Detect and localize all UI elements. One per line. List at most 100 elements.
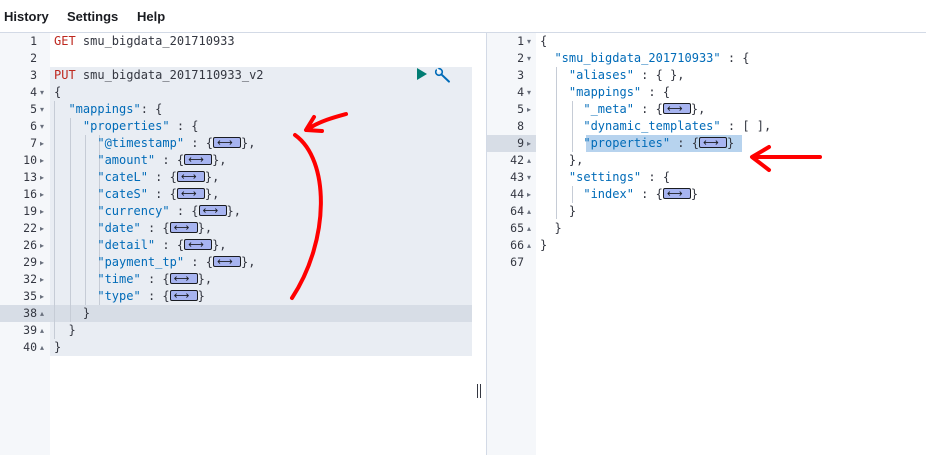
code-line[interactable]: "dynamic_templates" : [ ], bbox=[540, 118, 771, 135]
code-line[interactable]: "amount" : {}, bbox=[54, 151, 227, 169]
collapsed-block-icon[interactable] bbox=[698, 134, 727, 151]
line-number: 65 bbox=[510, 221, 524, 235]
code-line[interactable]: } bbox=[540, 220, 561, 237]
code-line[interactable]: "detail" : {}, bbox=[54, 236, 226, 254]
code-line[interactable]: }, bbox=[540, 152, 583, 169]
code-line[interactable]: "cateS" : {}, bbox=[54, 185, 219, 203]
code-text: }, bbox=[204, 170, 220, 184]
line-number: 7 bbox=[30, 136, 37, 150]
code-line[interactable]: "settings" : { bbox=[540, 169, 670, 186]
line-number: 1 bbox=[517, 34, 524, 48]
collapsed-block-icon[interactable] bbox=[662, 185, 691, 202]
history-menu-item[interactable]: History bbox=[4, 9, 49, 24]
fold-toggle-expanded[interactable] bbox=[527, 50, 531, 67]
fold-toggle-collapsed[interactable] bbox=[527, 101, 531, 118]
code-line[interactable]: GET smu_bigdata_201710933 bbox=[54, 33, 235, 50]
line-number: 9 bbox=[517, 136, 524, 150]
code-text: smu_bigdata_2017110933_v2 bbox=[82, 68, 264, 82]
collapsed-block-icon[interactable] bbox=[212, 134, 241, 151]
code-line[interactable]: "smu_bigdata_201710933" : { bbox=[540, 50, 749, 67]
code-line[interactable]: } bbox=[54, 305, 90, 322]
line-number: 1 bbox=[30, 34, 37, 48]
fold-toggle-collapsed[interactable] bbox=[527, 135, 531, 152]
pane-resize-handle[interactable] bbox=[474, 384, 484, 398]
active-line-highlight bbox=[50, 305, 472, 322]
fold-end-marker[interactable] bbox=[40, 339, 44, 356]
collapsed-block-icon[interactable] bbox=[176, 168, 205, 185]
code-text: }, bbox=[212, 153, 227, 167]
code-line[interactable]: "time" : {}, bbox=[54, 270, 212, 288]
fold-toggle-collapsed[interactable] bbox=[40, 237, 44, 254]
code-line[interactable]: } bbox=[540, 237, 547, 254]
code-line[interactable]: "cateL" : {}, bbox=[54, 168, 220, 186]
line-number: 39 bbox=[23, 323, 37, 337]
fold-end-marker[interactable] bbox=[527, 203, 531, 220]
collapsed-block-icon[interactable] bbox=[169, 287, 198, 304]
help-menu-item[interactable]: Help bbox=[137, 9, 165, 24]
code-text: }, bbox=[197, 221, 213, 235]
fold-toggle-collapsed[interactable] bbox=[40, 271, 44, 288]
json-key: "type" bbox=[97, 289, 141, 303]
fold-toggle-collapsed[interactable] bbox=[40, 169, 44, 186]
settings-menu-item[interactable]: Settings bbox=[67, 9, 118, 24]
fold-toggle-collapsed[interactable] bbox=[40, 135, 44, 152]
code-line[interactable]: } bbox=[54, 339, 61, 356]
play-icon[interactable] bbox=[416, 67, 428, 86]
code-line[interactable]: "mappings": { bbox=[54, 101, 162, 118]
fold-toggle-expanded[interactable] bbox=[40, 101, 44, 118]
json-key: "currency" bbox=[97, 204, 170, 218]
code-line[interactable]: PUT smu_bigdata_2017110933_v2 bbox=[54, 67, 264, 84]
fold-toggle-expanded[interactable] bbox=[40, 118, 44, 135]
fold-toggle-expanded[interactable] bbox=[527, 169, 531, 186]
code-line[interactable]: "currency" : {}, bbox=[54, 202, 241, 220]
code-line[interactable]: "@timestamp" : {}, bbox=[54, 134, 255, 152]
code-line[interactable]: "_meta" : {}, bbox=[540, 100, 705, 118]
code-line[interactable]: { bbox=[540, 33, 547, 50]
code-line[interactable]: "aliases" : { }, bbox=[540, 67, 685, 84]
fold-end-marker[interactable] bbox=[40, 322, 44, 339]
code-line[interactable]: "properties" : { bbox=[54, 118, 199, 135]
collapsed-block-icon[interactable] bbox=[169, 270, 198, 287]
collapsed-block-icon[interactable] bbox=[198, 202, 227, 219]
code-line[interactable]: } bbox=[54, 322, 75, 339]
fold-toggle-expanded[interactable] bbox=[527, 33, 531, 50]
collapsed-block-icon[interactable] bbox=[184, 236, 213, 253]
collapsed-block-icon[interactable] bbox=[184, 151, 213, 168]
code-text: } bbox=[540, 238, 548, 252]
line-number: 2 bbox=[517, 51, 524, 65]
collapsed-block-icon[interactable] bbox=[176, 185, 205, 202]
fold-toggle-collapsed[interactable] bbox=[40, 254, 44, 271]
fold-end-marker[interactable] bbox=[527, 152, 531, 169]
fold-end-marker[interactable] bbox=[527, 237, 531, 254]
line-number: 5 bbox=[517, 102, 524, 116]
collapsed-block-icon[interactable] bbox=[169, 219, 198, 236]
line-number: 4 bbox=[517, 85, 524, 99]
fold-toggle-collapsed[interactable] bbox=[40, 220, 44, 237]
code-line[interactable]: "payment_tp" : {}, bbox=[54, 253, 255, 271]
code-line[interactable]: { bbox=[54, 84, 61, 101]
code-line[interactable]: "index" : {} bbox=[540, 185, 698, 203]
fold-toggle-collapsed[interactable] bbox=[40, 186, 44, 203]
code-text: : { bbox=[147, 170, 177, 184]
fold-toggle-expanded[interactable] bbox=[527, 84, 531, 101]
code-line[interactable]: } bbox=[540, 203, 576, 220]
code-line[interactable]: "date" : {}, bbox=[54, 219, 213, 237]
code-line[interactable]: "properties" : {} bbox=[540, 134, 734, 152]
collapsed-block-icon[interactable] bbox=[212, 253, 241, 270]
fold-toggle-collapsed[interactable] bbox=[40, 203, 44, 220]
wrench-icon[interactable] bbox=[434, 67, 452, 89]
json-key: "properties" bbox=[583, 136, 671, 150]
fold-toggle-collapsed[interactable] bbox=[527, 186, 531, 203]
line-number: 66 bbox=[510, 238, 524, 252]
fold-end-marker[interactable] bbox=[527, 220, 531, 237]
code-line[interactable]: "mappings" : { bbox=[540, 84, 670, 101]
fold-toggle-collapsed[interactable] bbox=[40, 288, 44, 305]
fold-toggle-expanded[interactable] bbox=[40, 84, 44, 101]
fold-toggle-collapsed[interactable] bbox=[40, 152, 44, 169]
collapsed-block-icon[interactable] bbox=[662, 100, 691, 117]
fold-end-marker[interactable] bbox=[40, 305, 44, 322]
code-line[interactable]: "type" : {} bbox=[54, 287, 205, 305]
